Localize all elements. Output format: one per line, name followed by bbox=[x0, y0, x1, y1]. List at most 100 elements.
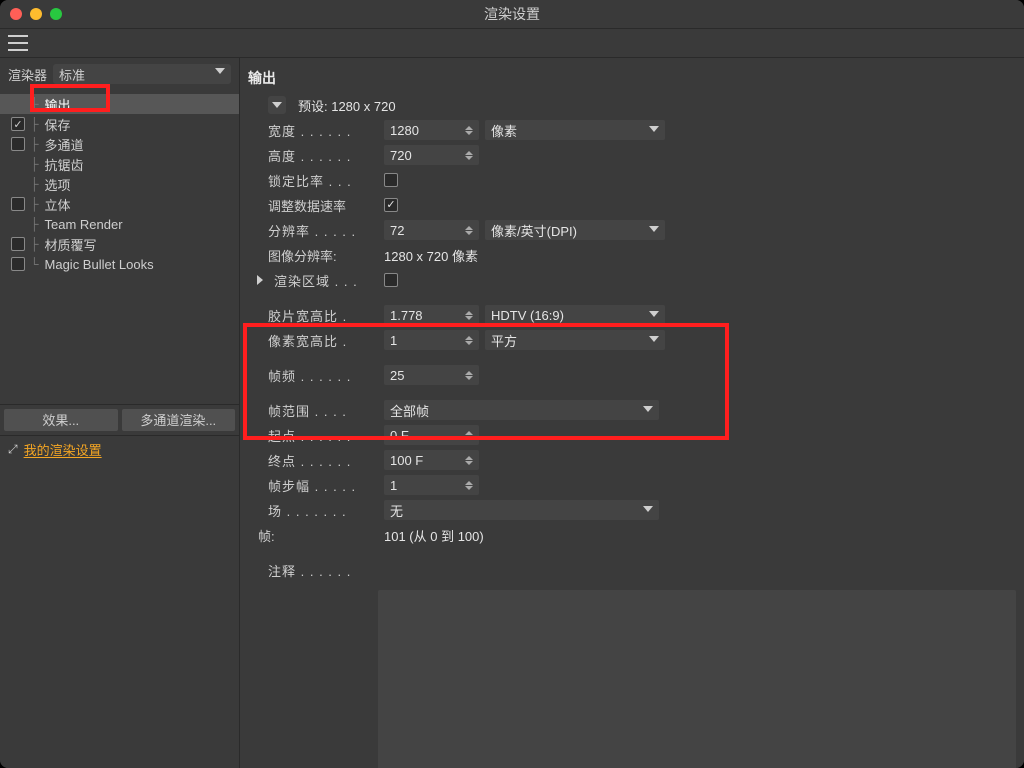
pixel-aspect-dropdown[interactable]: 平方 bbox=[485, 330, 665, 350]
preset-label: 预设: 1280 x 720 bbox=[298, 96, 396, 115]
dpi-input[interactable]: 72 bbox=[384, 220, 479, 240]
spinner-icon[interactable] bbox=[465, 331, 477, 349]
sidebar-item-options[interactable]: ├ 选项 bbox=[0, 174, 239, 194]
sidebar-item-team-render[interactable]: ├ Team Render bbox=[0, 214, 239, 234]
film-aspect-dropdown[interactable]: HDTV (16:9) bbox=[485, 305, 665, 325]
settings-panel: 输出 预设: 1280 x 720 宽度 . . . . . . 1280 像素 bbox=[240, 58, 1024, 768]
checkbox-icon[interactable] bbox=[11, 237, 25, 251]
frame-start-input[interactable]: 0 F bbox=[384, 425, 479, 445]
pixel-aspect-row: 像素宽高比 . 1 平方 bbox=[248, 329, 1016, 351]
render-region-row: 渲染区域 . . . bbox=[248, 269, 1016, 291]
checkbox-icon[interactable] bbox=[11, 137, 25, 151]
window-controls bbox=[10, 8, 62, 20]
adjust-rate-row: 调整数据速率 bbox=[248, 194, 1016, 216]
sidebar-item-antialias[interactable]: ├ 抗锯齿 bbox=[0, 154, 239, 174]
frame-step-label: 帧步幅 . . . . . bbox=[268, 476, 378, 495]
expand-icon[interactable]: ⤢ bbox=[8, 442, 18, 457]
fps-row: 帧频 . . . . . . 25 bbox=[248, 364, 1016, 386]
spinner-icon[interactable] bbox=[465, 146, 477, 164]
width-label: 宽度 . . . . . . bbox=[268, 121, 378, 140]
checkbox-icon[interactable]: ✓ bbox=[11, 117, 25, 131]
frame-start-label: 起点 . . . . . . bbox=[268, 426, 378, 445]
spinner-icon[interactable] bbox=[465, 426, 477, 444]
multipass-render-button[interactable]: 多通道渲染... bbox=[122, 409, 236, 431]
spinner-icon[interactable] bbox=[465, 451, 477, 469]
renderer-select[interactable]: 标准 bbox=[53, 64, 231, 84]
spinner-icon[interactable] bbox=[465, 221, 477, 239]
spinner-icon[interactable] bbox=[465, 306, 477, 324]
close-window-icon[interactable] bbox=[10, 8, 22, 20]
field-label: 场 . . . . . . . bbox=[268, 501, 378, 520]
adjust-rate-checkbox[interactable] bbox=[384, 198, 398, 212]
tree-branch-icon: ├ bbox=[30, 117, 39, 131]
sidebar-item-label: Team Render bbox=[45, 217, 123, 232]
sidebar-item-material-override[interactable]: ├ 材质覆写 bbox=[0, 234, 239, 254]
pixel-aspect-label: 像素宽高比 . bbox=[268, 331, 378, 350]
film-aspect-input[interactable]: 1.778 bbox=[384, 305, 479, 325]
tree-branch-icon: ├ bbox=[30, 137, 39, 151]
tree-branch-icon: ├ bbox=[30, 237, 39, 251]
lock-aspect-checkbox[interactable] bbox=[384, 173, 398, 187]
frame-end-input[interactable]: 100 F bbox=[384, 450, 479, 470]
renderer-select-value: 标准 bbox=[59, 65, 85, 84]
dpi-unit-dropdown[interactable]: 像素/英寸(DPI) bbox=[485, 220, 665, 240]
sidebar-item-stereo[interactable]: ├ 立体 bbox=[0, 194, 239, 214]
sidebar-item-label: 选项 bbox=[45, 175, 71, 194]
width-row: 宽度 . . . . . . 1280 像素 bbox=[248, 119, 1016, 141]
frame-end-label: 终点 . . . . . . bbox=[268, 451, 378, 470]
fps-input[interactable]: 25 bbox=[384, 365, 479, 385]
frame-step-row: 帧步幅 . . . . . 1 bbox=[248, 474, 1016, 496]
checkbox-icon[interactable] bbox=[11, 257, 25, 271]
width-input[interactable]: 1280 bbox=[384, 120, 479, 140]
sidebar-item-label: 抗锯齿 bbox=[45, 155, 84, 174]
adjust-rate-label: 调整数据速率 bbox=[268, 196, 378, 215]
sidebar-item-label: Magic Bullet Looks bbox=[45, 257, 154, 272]
spinner-icon[interactable] bbox=[465, 366, 477, 384]
spinner-icon[interactable] bbox=[465, 121, 477, 139]
frame-range-dropdown[interactable]: 全部帧 bbox=[384, 400, 659, 420]
panel-title: 输出 bbox=[248, 64, 1016, 94]
chevron-down-icon bbox=[649, 336, 659, 342]
frames-label: 帧: bbox=[258, 526, 378, 545]
tree-branch-icon: ├ bbox=[30, 177, 39, 191]
pixel-aspect-input[interactable]: 1 bbox=[384, 330, 479, 350]
fps-label: 帧频 . . . . . . bbox=[268, 366, 378, 385]
sidebar-item-magic-bullet[interactable]: └ Magic Bullet Looks bbox=[0, 254, 239, 274]
frame-step-input[interactable]: 1 bbox=[384, 475, 479, 495]
frames-value: 101 (从 0 到 100) bbox=[384, 526, 484, 545]
lock-aspect-label: 锁定比率 . . . bbox=[268, 171, 378, 190]
tree-branch-icon: └ bbox=[30, 257, 39, 271]
effects-button[interactable]: 效果... bbox=[4, 409, 118, 431]
height-input[interactable]: 720 bbox=[384, 145, 479, 165]
titlebar: 渲染设置 bbox=[0, 0, 1024, 28]
checkbox-icon[interactable] bbox=[11, 197, 25, 211]
field-dropdown[interactable]: 无 bbox=[384, 500, 659, 520]
sidebar-item-label: 输出 bbox=[45, 95, 71, 114]
width-unit-dropdown[interactable]: 像素 bbox=[485, 120, 665, 140]
chevron-down-icon bbox=[272, 102, 282, 108]
renderer-label: 渲染器 bbox=[8, 65, 47, 84]
tree-branch-icon: ├ bbox=[30, 197, 39, 211]
notes-textarea[interactable] bbox=[378, 590, 1016, 768]
zoom-window-icon[interactable] bbox=[50, 8, 62, 20]
hamburger-menu-icon[interactable] bbox=[8, 35, 28, 51]
minimize-window-icon[interactable] bbox=[30, 8, 42, 20]
tree-branch-icon: ├ bbox=[30, 217, 39, 231]
chevron-down-icon bbox=[649, 126, 659, 132]
spinner-icon[interactable] bbox=[465, 476, 477, 494]
renderer-row: 渲染器 标准 bbox=[8, 64, 231, 84]
chevron-right-icon[interactable] bbox=[257, 275, 263, 285]
lock-aspect-row: 锁定比率 . . . bbox=[248, 169, 1016, 191]
field-row: 场 . . . . . . . 无 bbox=[248, 499, 1016, 521]
render-region-checkbox[interactable] bbox=[384, 273, 398, 287]
sidebar-item-label: 材质覆写 bbox=[45, 235, 97, 254]
tree-branch-icon: ├ bbox=[30, 97, 39, 111]
preset-disclosure[interactable] bbox=[268, 96, 286, 114]
dpi-label: 分辨率 . . . . . bbox=[268, 221, 378, 240]
preset-row: ⤢ 我的渲染设置 bbox=[0, 435, 239, 463]
sidebar-item-output[interactable]: ├ 输出 bbox=[0, 94, 239, 114]
frame-end-row: 终点 . . . . . . 100 F bbox=[248, 449, 1016, 471]
sidebar-item-multipass[interactable]: ├ 多通道 bbox=[0, 134, 239, 154]
sidebar-item-save[interactable]: ✓ ├ 保存 bbox=[0, 114, 239, 134]
preset-name[interactable]: 我的渲染设置 bbox=[24, 440, 102, 459]
